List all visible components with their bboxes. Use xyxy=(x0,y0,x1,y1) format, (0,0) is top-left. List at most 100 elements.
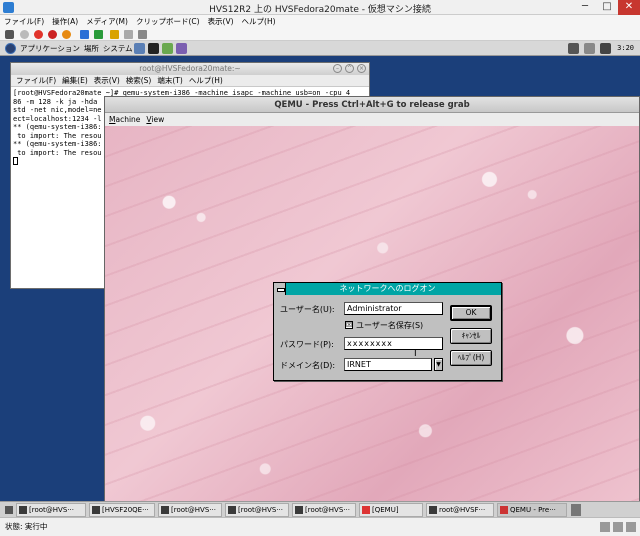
taskbar-item[interactable]: [HVSF20QE··· xyxy=(89,503,155,517)
volume-icon[interactable] xyxy=(600,43,611,54)
network-icon[interactable] xyxy=(568,43,579,54)
terminal-menu-view[interactable]: 表示(V) xyxy=(94,75,120,86)
checkpoint-icon[interactable] xyxy=(110,30,119,39)
shutdown-icon[interactable] xyxy=(48,30,57,39)
help-button[interactable]: ﾍﾙﾌﾟ(H) xyxy=(450,350,492,366)
domain-dropdown-icon[interactable]: ▼ xyxy=(434,358,443,371)
save-username-checkbox[interactable]: ☒ xyxy=(345,321,353,329)
lock-icon xyxy=(626,522,636,532)
taskbar-item-label: [root@HVS··· xyxy=(305,506,350,514)
taskbar-item-label: [root@HVS··· xyxy=(29,506,74,514)
taskbar-item[interactable]: [root@HVS··· xyxy=(158,503,222,517)
show-desktop-icon[interactable] xyxy=(3,503,13,517)
dialog-title-bar: ネットワークへのログオン xyxy=(274,283,501,295)
taskbar-item-label: [QEMU] xyxy=(372,506,399,514)
username-label: ユーザー名(U): xyxy=(280,305,335,314)
terminal-icon xyxy=(295,506,303,514)
start-icon[interactable] xyxy=(20,30,29,39)
domain-select[interactable]: IRNET xyxy=(344,358,432,371)
password-label: パスワード(P): xyxy=(280,340,334,349)
browser-launcher-icon[interactable] xyxy=(134,43,145,54)
menu-view[interactable]: 表示(V) xyxy=(204,15,238,28)
system-menu[interactable]: システム xyxy=(103,43,133,54)
places-menu[interactable]: 場所 xyxy=(84,43,99,54)
taskbar-item[interactable]: [root@HVS··· xyxy=(16,503,86,517)
terminal-menu-bar: ファイル(F) 編集(E) 表示(V) 検索(S) 端末(T) ヘルプ(H) xyxy=(11,75,369,87)
terminal-icon xyxy=(429,506,437,514)
qemu-menu-bar: Machine View xyxy=(105,113,639,126)
turn-off-icon[interactable] xyxy=(34,30,43,39)
save-icon[interactable] xyxy=(62,30,71,39)
terminal-icon xyxy=(92,506,100,514)
terminal-menu-help[interactable]: ヘルプ(H) xyxy=(189,75,223,86)
mail-launcher-icon[interactable] xyxy=(162,43,173,54)
terminal-maximize-icon[interactable]: ^ xyxy=(345,64,354,73)
save-username-label[interactable]: ユーザー名保存(S) xyxy=(356,320,423,331)
terminal-cursor xyxy=(13,157,18,165)
taskbar-item-label: [root@HVS··· xyxy=(171,506,216,514)
terminal-menu-search[interactable]: 検索(S) xyxy=(126,75,152,86)
taskbar-item[interactable]: [QEMU] xyxy=(359,503,423,517)
qemu-icon xyxy=(500,506,508,514)
menu-help[interactable]: ヘルプ(H) xyxy=(238,15,280,28)
qemu-menu-machine[interactable]: Machine xyxy=(109,113,140,126)
taskbar-item[interactable]: [root@HVS··· xyxy=(225,503,289,517)
taskbar-item[interactable]: root@HVSF··· xyxy=(426,503,494,517)
menu-media[interactable]: メディア(M) xyxy=(82,15,132,28)
terminal-icon xyxy=(19,506,27,514)
fedora-top-panel: アプリケーション 場所 システム 3:20 xyxy=(0,41,640,56)
taskbar-item-label: root@HVSF··· xyxy=(439,506,486,514)
fedora-bottom-panel: [root@HVS··· [HVSF20QE··· [root@HVS··· [… xyxy=(0,501,640,517)
applications-menu[interactable]: アプリケーション xyxy=(20,43,80,54)
qemu-icon xyxy=(362,506,370,514)
revert-icon[interactable] xyxy=(124,30,133,39)
terminal-minimize-icon[interactable]: – xyxy=(333,64,342,73)
menu-file[interactable]: ファイル(F) xyxy=(0,15,48,28)
trash-icon[interactable] xyxy=(571,504,581,516)
type-clipboard-icon[interactable] xyxy=(138,30,147,39)
reset-icon[interactable] xyxy=(94,30,103,39)
vm-connection-title: HVS12R2 上の HVSFedora20mate - 仮想マシン接続 xyxy=(209,5,431,15)
system-menu-icon[interactable] xyxy=(274,283,286,295)
terminal-close-icon[interactable]: × xyxy=(357,64,366,73)
mouse-cursor-icon: I xyxy=(414,349,417,359)
menu-action[interactable]: 操作(A) xyxy=(48,15,82,28)
dialog-title: ネットワークへのログオン xyxy=(339,284,436,293)
maximize-button[interactable]: □ xyxy=(596,0,618,15)
terminal-menu-terminal[interactable]: 端末(T) xyxy=(157,75,182,86)
ok-button[interactable]: OK xyxy=(450,305,492,321)
taskbar-item-label: [HVSF20QE··· xyxy=(102,506,149,514)
vm-connection-title-bar: HVS12R2 上の HVSFedora20mate - 仮想マシン接続 ─ □… xyxy=(0,0,640,15)
mouse-icon xyxy=(613,522,623,532)
qemu-menu-view[interactable]: View xyxy=(146,113,164,126)
terminal-title-bar: root@HVSFedora20mate:~ – ^ × xyxy=(11,63,369,75)
status-bar: 状態: 実行中 xyxy=(0,517,640,536)
taskbar-item[interactable]: [root@HVS··· xyxy=(292,503,356,517)
terminal-menu-edit[interactable]: 編集(E) xyxy=(62,75,88,86)
fedora-logo-icon xyxy=(5,43,16,54)
terminal-title: root@HVSFedora20mate:~ xyxy=(139,64,241,73)
panel-clock[interactable]: 3:20 xyxy=(617,44,634,52)
password-field[interactable]: xxxxxxxx xyxy=(344,337,443,350)
keyboard-icon xyxy=(600,522,610,532)
username-field[interactable]: Administrator xyxy=(344,302,443,315)
ctrl-alt-del-icon[interactable] xyxy=(5,30,14,39)
minimize-button[interactable]: ─ xyxy=(574,0,596,15)
cancel-button[interactable]: ｷｬﾝｾﾙ xyxy=(450,328,492,344)
guest-desktop[interactable]: ネットワークへのログオン ユーザー名(U): Administrator ☒ ユ… xyxy=(105,126,639,507)
qemu-title: QEMU - Press Ctrl+Alt+G to release grab xyxy=(105,97,639,113)
taskbar-item-label: QEMU - Pre··· xyxy=(510,506,556,514)
terminal-icon xyxy=(161,506,169,514)
qemu-window[interactable]: QEMU - Press Ctrl+Alt+G to release grab … xyxy=(104,96,640,508)
menu-clipboard[interactable]: クリップボード(C) xyxy=(132,15,204,28)
update-icon[interactable] xyxy=(584,43,595,54)
pause-icon[interactable] xyxy=(80,30,89,39)
taskbar-item-active[interactable]: QEMU - Pre··· xyxy=(497,503,567,517)
vm-connection-toolbar xyxy=(0,28,640,41)
terminal-menu-file[interactable]: ファイル(F) xyxy=(16,75,56,86)
terminal-launcher-icon[interactable] xyxy=(148,43,159,54)
close-button[interactable]: ✕ xyxy=(618,0,640,15)
network-logon-dialog: ネットワークへのログオン ユーザー名(U): Administrator ☒ ユ… xyxy=(273,282,502,381)
chat-launcher-icon[interactable] xyxy=(176,43,187,54)
domain-label: ドメイン名(D): xyxy=(280,361,336,370)
